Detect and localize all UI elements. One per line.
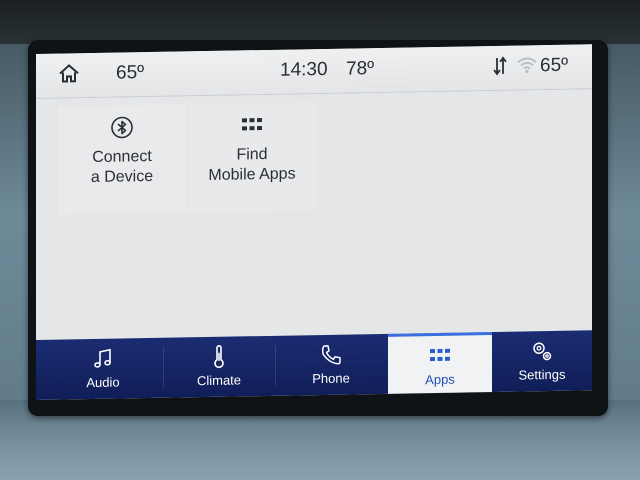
nav-apps-label: Apps [425, 371, 455, 388]
nav-settings-label: Settings [518, 366, 566, 383]
signal-arrows-icon [493, 56, 507, 76]
phone-icon [321, 345, 341, 365]
passenger-temperature[interactable]: 65º [540, 55, 568, 77]
infotainment-screen: 65º 14:30 78º 65º Connect a Device Find … [36, 44, 592, 400]
nav-phone[interactable]: Phone [276, 334, 386, 396]
nav-climate[interactable]: Climate [164, 336, 274, 398]
clock: 14:30 [280, 58, 328, 81]
nav-settings[interactable]: Settings [494, 330, 590, 392]
thermometer-icon [214, 345, 224, 369]
connect-device-label: Connect a Device [90, 147, 154, 187]
home-icon[interactable] [58, 63, 80, 83]
connect-device-tile[interactable]: Connect a Device [58, 104, 186, 215]
gears-icon [533, 342, 552, 361]
outside-temperature: 78º [346, 58, 375, 80]
find-mobile-apps-tile[interactable]: Find Mobile Apps [188, 102, 316, 213]
grid-icon [242, 118, 262, 131]
find-mobile-apps-label: Find Mobile Apps [208, 145, 296, 184]
dashboard-top-trim [0, 0, 640, 44]
nav-apps[interactable]: Apps [388, 332, 492, 394]
nav-audio-label: Audio [86, 374, 120, 391]
music-note-icon [94, 348, 111, 368]
bottom-nav: Audio Climate Phone Apps Settings [36, 330, 592, 400]
dashboard: 65º 14:30 78º 65º Connect a Device Find … [0, 0, 640, 480]
bluetooth-icon [111, 116, 133, 139]
nav-audio[interactable]: Audio [44, 338, 162, 400]
cabin-temperature[interactable]: 65º [116, 62, 144, 84]
apps-content: Connect a Device Find Mobile Apps [36, 89, 592, 339]
apps-grid-icon [430, 348, 450, 362]
wifi-icon [517, 57, 537, 74]
nav-phone-label: Phone [312, 370, 350, 387]
nav-climate-label: Climate [196, 372, 242, 389]
